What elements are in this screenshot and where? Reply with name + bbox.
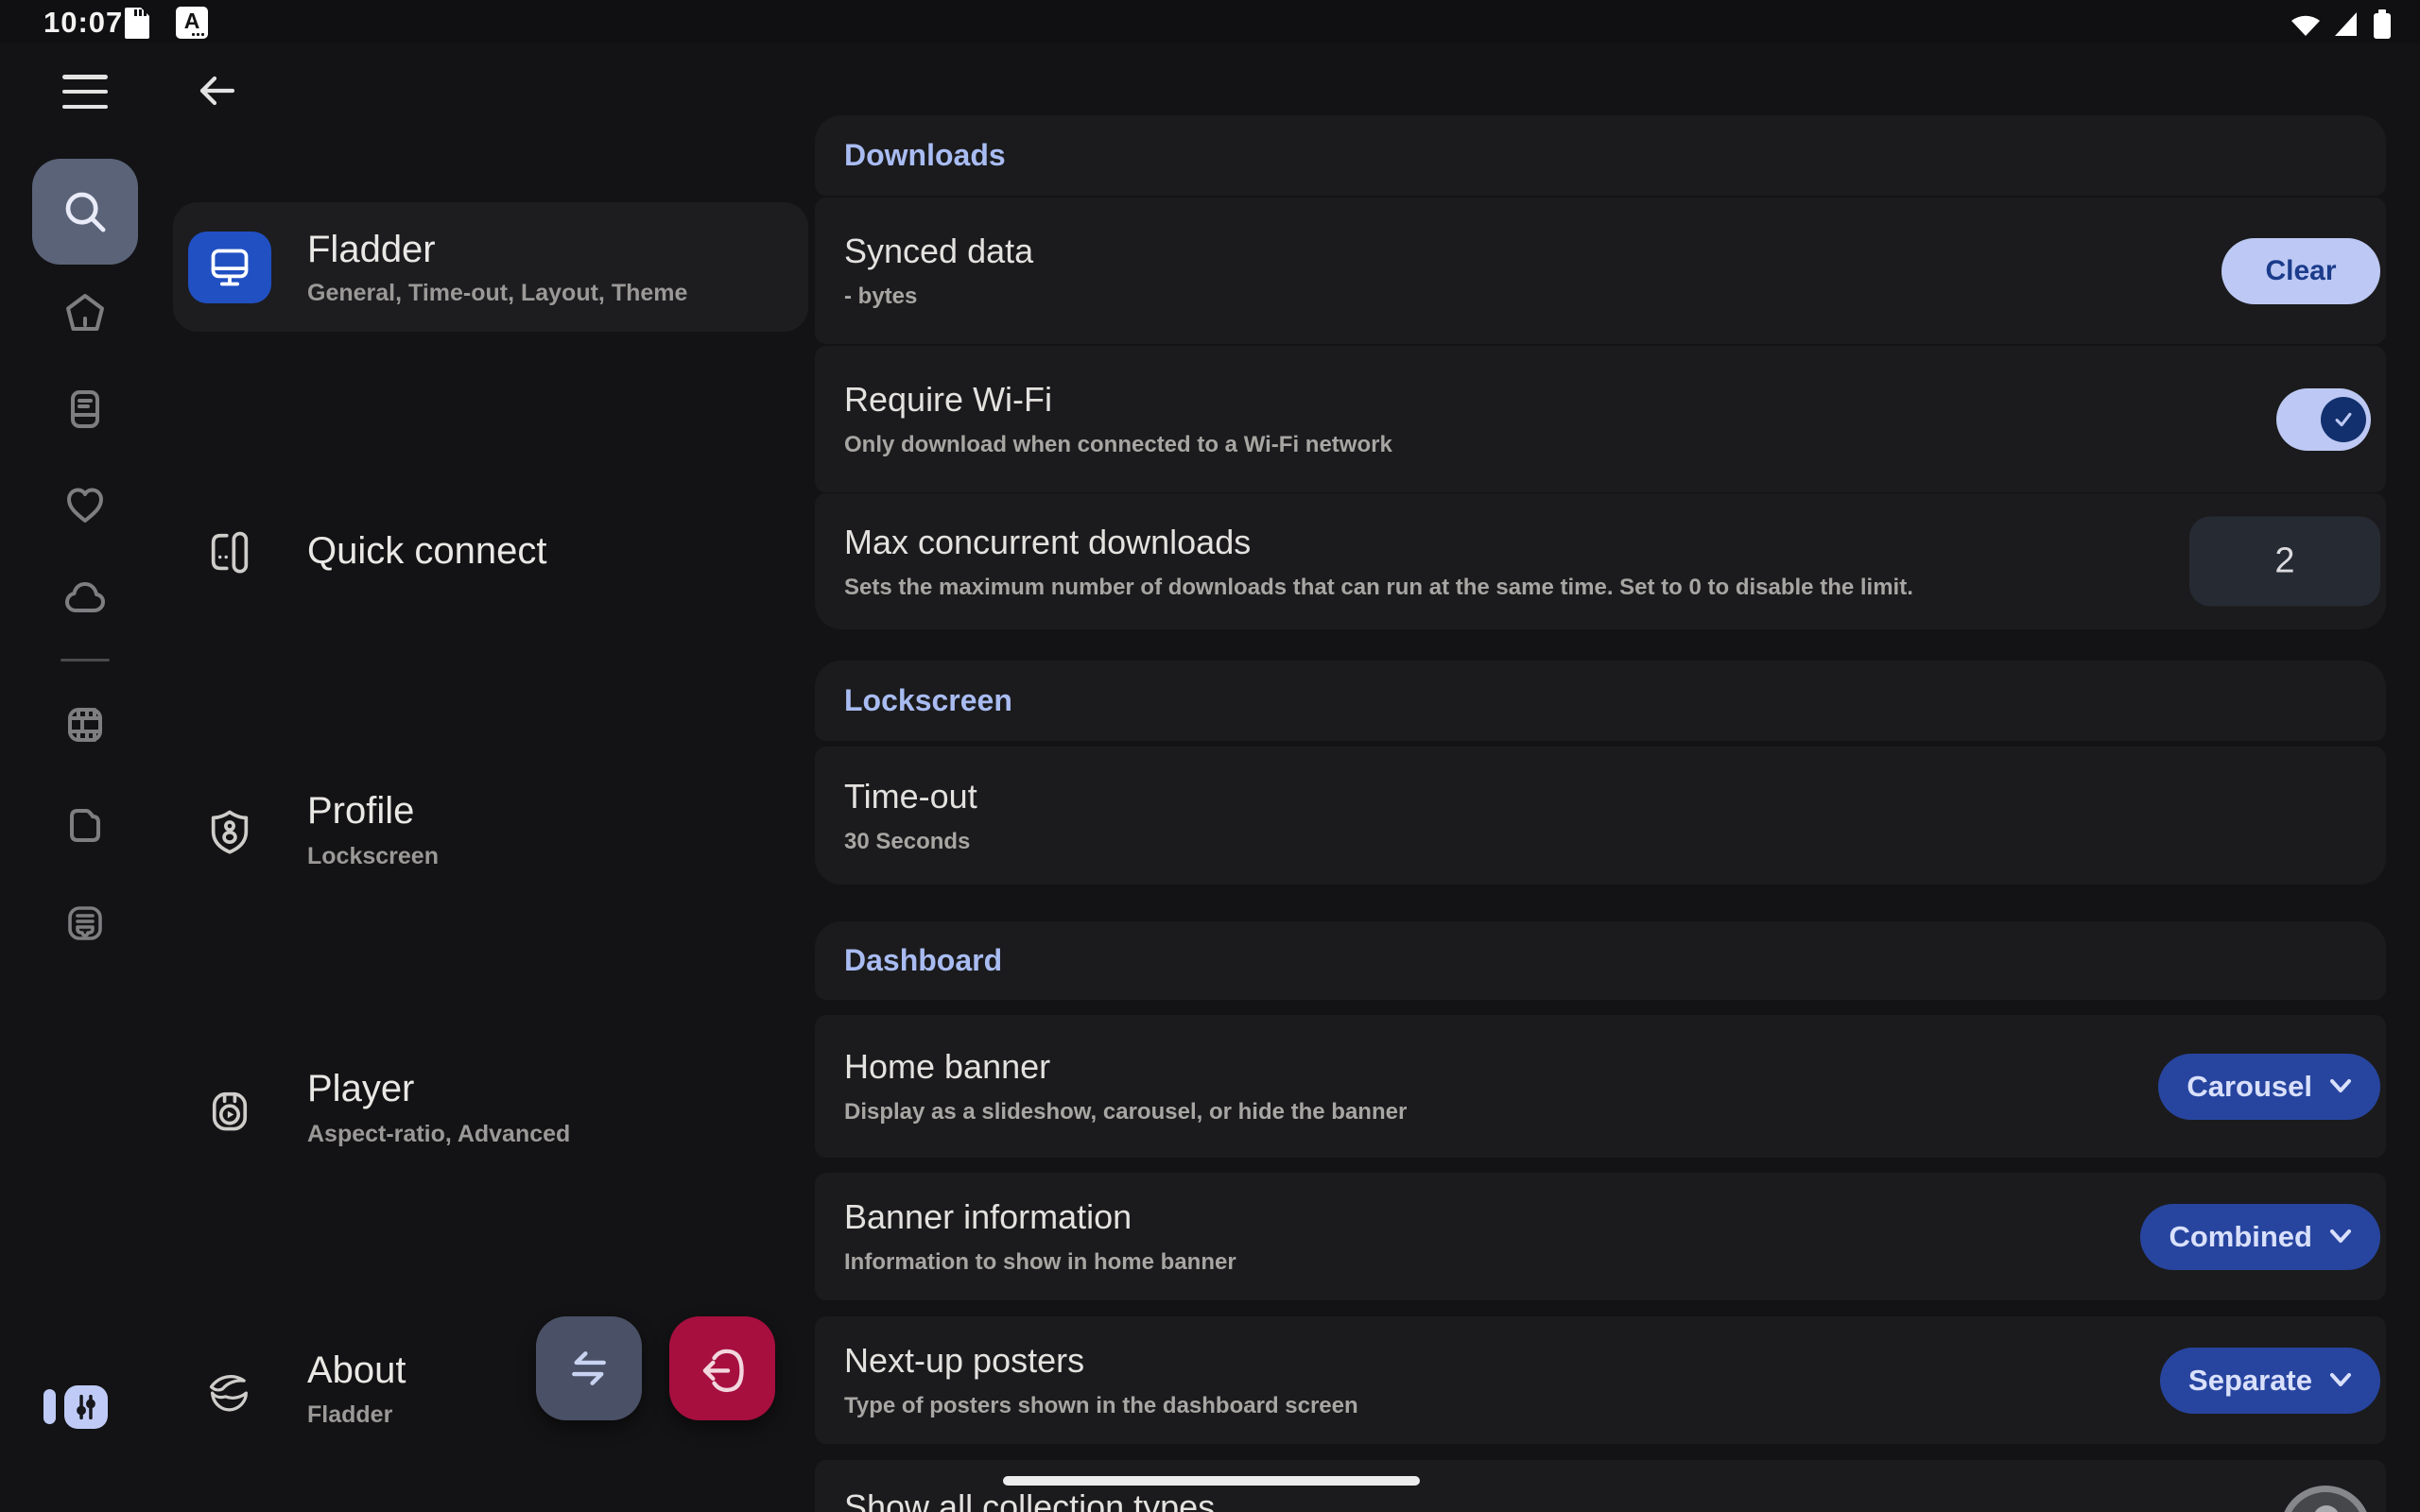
section-header-label: Dashboard: [844, 943, 1002, 978]
media-film-icon[interactable]: [62, 702, 108, 747]
home-banner-dropdown[interactable]: Carousel: [2158, 1054, 2380, 1120]
row-subtitle: Display as a slideshow, carousel, or hid…: [844, 1098, 2074, 1126]
transfer-arrows-icon: [562, 1341, 616, 1396]
clear-button[interactable]: Clear: [2221, 238, 2380, 304]
nav-item-fladder[interactable]: Fladder General, Time-out, Layout, Theme: [173, 202, 808, 332]
chevron-down-icon: [2329, 1078, 2352, 1094]
row-timeout[interactable]: Time-out 30 Seconds: [815, 747, 2386, 885]
nav-item-quick-connect[interactable]: Quick connect: [173, 346, 808, 469]
banner-information-dropdown[interactable]: Combined: [2140, 1204, 2380, 1270]
dropdown-value: Separate: [2188, 1364, 2312, 1398]
monitor-icon: [188, 232, 271, 303]
nav-item-about[interactable]: About Fladder: [173, 765, 808, 888]
max-downloads-value[interactable]: 2: [2189, 517, 2380, 607]
menu-hamburger-button[interactable]: [62, 75, 108, 109]
library-icon[interactable]: [62, 387, 108, 432]
section-header-lockscreen: Lockscreen: [815, 661, 2386, 741]
row-max-concurrent-downloads[interactable]: Max concurrent downloads Sets the maximu…: [815, 493, 2386, 629]
nav-item-subtitle: Fladder: [307, 1400, 392, 1430]
row-title: Require Wi-Fi: [844, 379, 2074, 421]
chevron-down-icon: [2329, 1228, 2352, 1245]
settings-content: Downloads Synced data - bytes Clear Requ…: [815, 115, 2386, 1512]
row-subtitle: 30 Seconds: [844, 828, 2074, 856]
settings-selected-indicator: [43, 1389, 56, 1424]
next-up-posters-dropdown[interactable]: Separate: [2160, 1348, 2380, 1414]
row-title: Time-out: [844, 776, 2074, 817]
collections-icon[interactable]: [62, 901, 108, 946]
section-header-dashboard: Dashboard: [815, 921, 2386, 1000]
settings-button[interactable]: [64, 1385, 108, 1429]
clock: 10:07: [43, 6, 123, 40]
row-title: Show all collection types: [844, 1486, 2074, 1512]
row-synced-data[interactable]: Synced data - bytes Clear: [815, 198, 2386, 344]
settings-sliders-icon: [70, 1391, 102, 1423]
logout-icon: [695, 1341, 750, 1396]
row-subtitle: Only download when connected to a Wi-Fi …: [844, 431, 2074, 459]
nav-item-subtitle: General, Time-out, Layout, Theme: [307, 278, 687, 308]
row-title: Synced data: [844, 231, 2074, 272]
cellular-signal-icon: [2333, 9, 2360, 39]
toggle-thumb: [2321, 397, 2366, 442]
row-banner-information[interactable]: Banner information Information to show i…: [815, 1173, 2386, 1300]
status-left-icons: A: [123, 7, 208, 39]
require-wifi-toggle[interactable]: [2276, 388, 2371, 451]
chevron-down-icon: [2329, 1372, 2352, 1388]
nav-item-profile[interactable]: Profile Lockscreen: [173, 486, 808, 609]
nav-item-title: About: [307, 1347, 406, 1394]
cloud-sync-icon[interactable]: [62, 575, 108, 620]
row-subtitle: - bytes: [844, 283, 2074, 311]
folder-icon[interactable]: [62, 801, 108, 847]
navigation-rail: [0, 43, 173, 1512]
favorites-heart-icon[interactable]: [62, 482, 108, 527]
back-arrow-icon: [194, 68, 239, 113]
notification-app-icon: A: [176, 7, 208, 39]
row-subtitle: Information to show in home banner: [844, 1248, 2074, 1277]
battery-icon: [2371, 7, 2394, 41]
search-button[interactable]: [32, 159, 138, 265]
nav-item-player[interactable]: Player Aspect-ratio, Advanced: [173, 625, 808, 747]
dropdown-value: Combined: [2169, 1220, 2312, 1254]
person-icon: [2313, 1505, 2340, 1512]
check-icon: [2329, 405, 2358, 434]
back-button[interactable]: [194, 68, 239, 113]
row-subtitle: Sets the maximum number of downloads tha…: [844, 574, 2074, 602]
section-header-downloads: Downloads: [815, 115, 2386, 196]
gesture-navigation-bar[interactable]: [1003, 1476, 1420, 1486]
status-bar: 10:07 A: [0, 0, 2420, 43]
status-right-icons: [2290, 7, 2394, 41]
nav-item-title: Player: [307, 1065, 414, 1112]
row-title: Banner information: [844, 1196, 2074, 1238]
sd-card-icon: [123, 7, 151, 39]
dropdown-value: Carousel: [2187, 1070, 2312, 1104]
app-screen: 10:07 A: [0, 0, 2420, 1512]
fladder-logo-icon: [205, 1367, 254, 1417]
row-subtitle: Type of posters shown in the dashboard s…: [844, 1392, 2074, 1420]
row-require-wifi[interactable]: Require Wi-Fi Only download when connect…: [815, 346, 2386, 492]
nav-item-title: Fladder: [307, 226, 436, 273]
row-home-banner[interactable]: Home banner Display as a slideshow, caro…: [815, 1015, 2386, 1158]
switch-server-fab[interactable]: [536, 1316, 642, 1420]
row-title: Home banner: [844, 1046, 2074, 1088]
logout-fab[interactable]: [669, 1316, 775, 1420]
section-header-label: Lockscreen: [844, 683, 1012, 718]
home-icon[interactable]: [62, 290, 108, 335]
row-title: Next-up posters: [844, 1340, 2074, 1382]
row-title: Max concurrent downloads: [844, 522, 2074, 563]
player-icon: [205, 1085, 254, 1134]
wifi-icon: [2290, 9, 2322, 39]
row-show-all-collection-types[interactable]: Show all collection types: [815, 1460, 2386, 1512]
nav-item-subtitle: Aspect-ratio, Advanced: [307, 1119, 570, 1149]
rail-divider: [60, 659, 110, 662]
section-header-label: Downloads: [844, 138, 1006, 173]
search-icon: [60, 186, 111, 237]
row-next-up-posters[interactable]: Next-up posters Type of posters shown in…: [815, 1316, 2386, 1444]
